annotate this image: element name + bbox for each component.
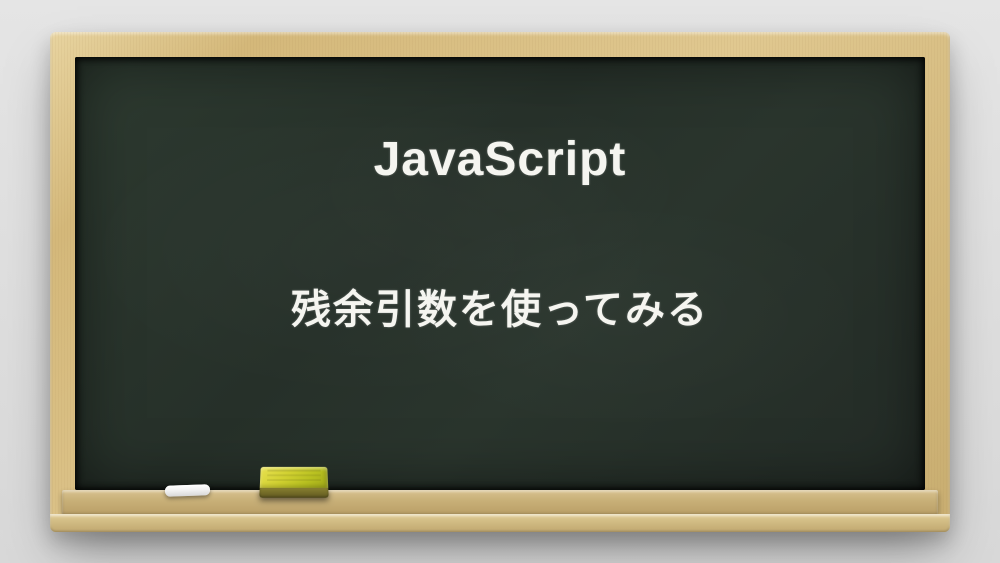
chalk-tray xyxy=(50,490,950,532)
board-subtitle: 残余引数を使ってみる xyxy=(291,277,709,335)
eraser-icon xyxy=(259,466,328,497)
board-title: JavaScript xyxy=(374,132,627,187)
tray-lip xyxy=(50,514,950,532)
chalkboard: JavaScript 残余引数を使ってみる xyxy=(75,57,925,490)
chalkboard-frame: JavaScript 残余引数を使ってみる xyxy=(50,32,950,532)
chalk-icon xyxy=(165,484,210,497)
